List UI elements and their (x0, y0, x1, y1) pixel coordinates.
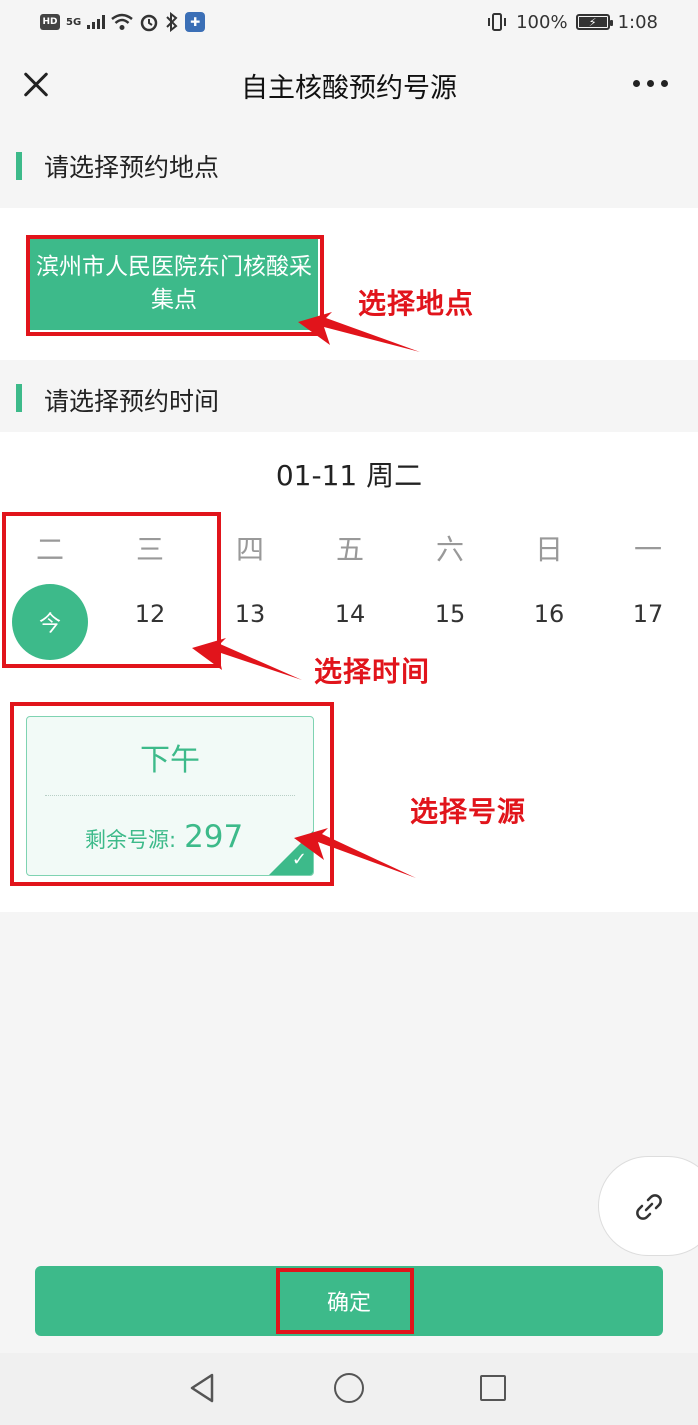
arrow-location (298, 312, 420, 352)
arrow-time (192, 638, 302, 680)
annotation-arrows (192, 312, 420, 878)
arrow-slot (294, 828, 416, 878)
annotation-box-confirm (276, 1268, 414, 1334)
